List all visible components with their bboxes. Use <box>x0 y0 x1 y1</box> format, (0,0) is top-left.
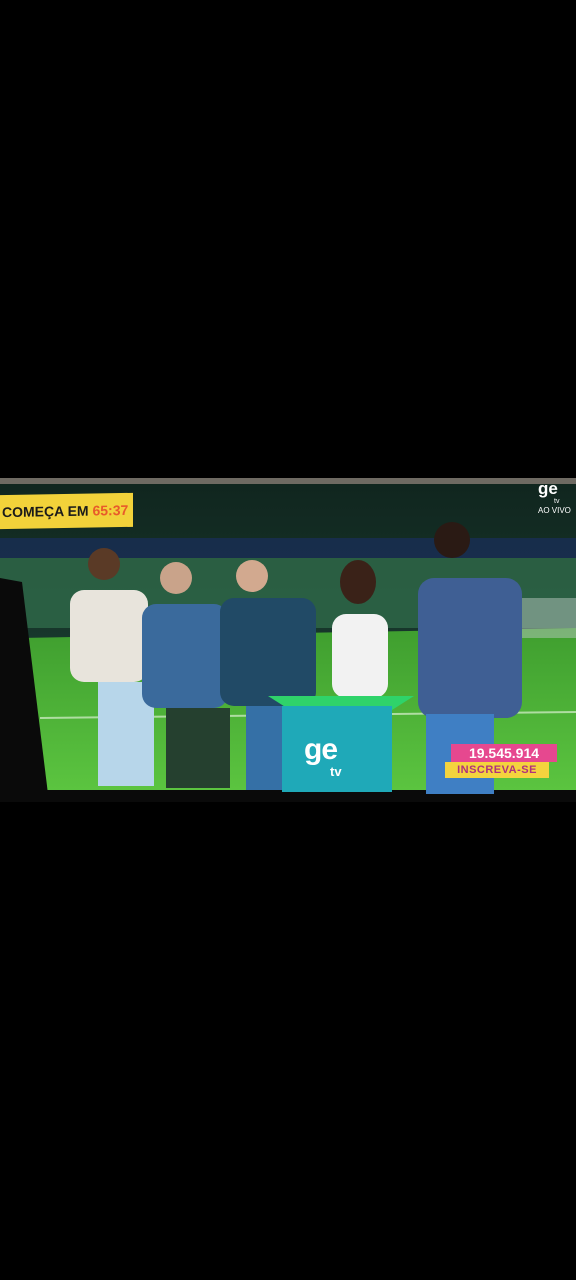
podium-logo-sub: tv <box>330 764 342 779</box>
subscribe-label: INSCREVA-SE <box>445 762 549 778</box>
podium-logo-text: ge <box>304 733 338 766</box>
podium-logo: ge tv <box>304 735 364 783</box>
live-label: AO VIVO <box>538 506 571 515</box>
countdown-banner: COMEÇA EM 65:37 <box>0 492 133 530</box>
subscriber-count: 19.545.914 <box>451 744 557 762</box>
channel-logo: ge tv AO VIVO <box>538 478 576 518</box>
countdown-time: 65:37 <box>92 501 129 519</box>
countdown-prefix: COMEÇA EM <box>2 502 89 521</box>
channel-logo-text: ge <box>538 479 558 498</box>
channel-logo-sub: tv <box>554 498 560 505</box>
